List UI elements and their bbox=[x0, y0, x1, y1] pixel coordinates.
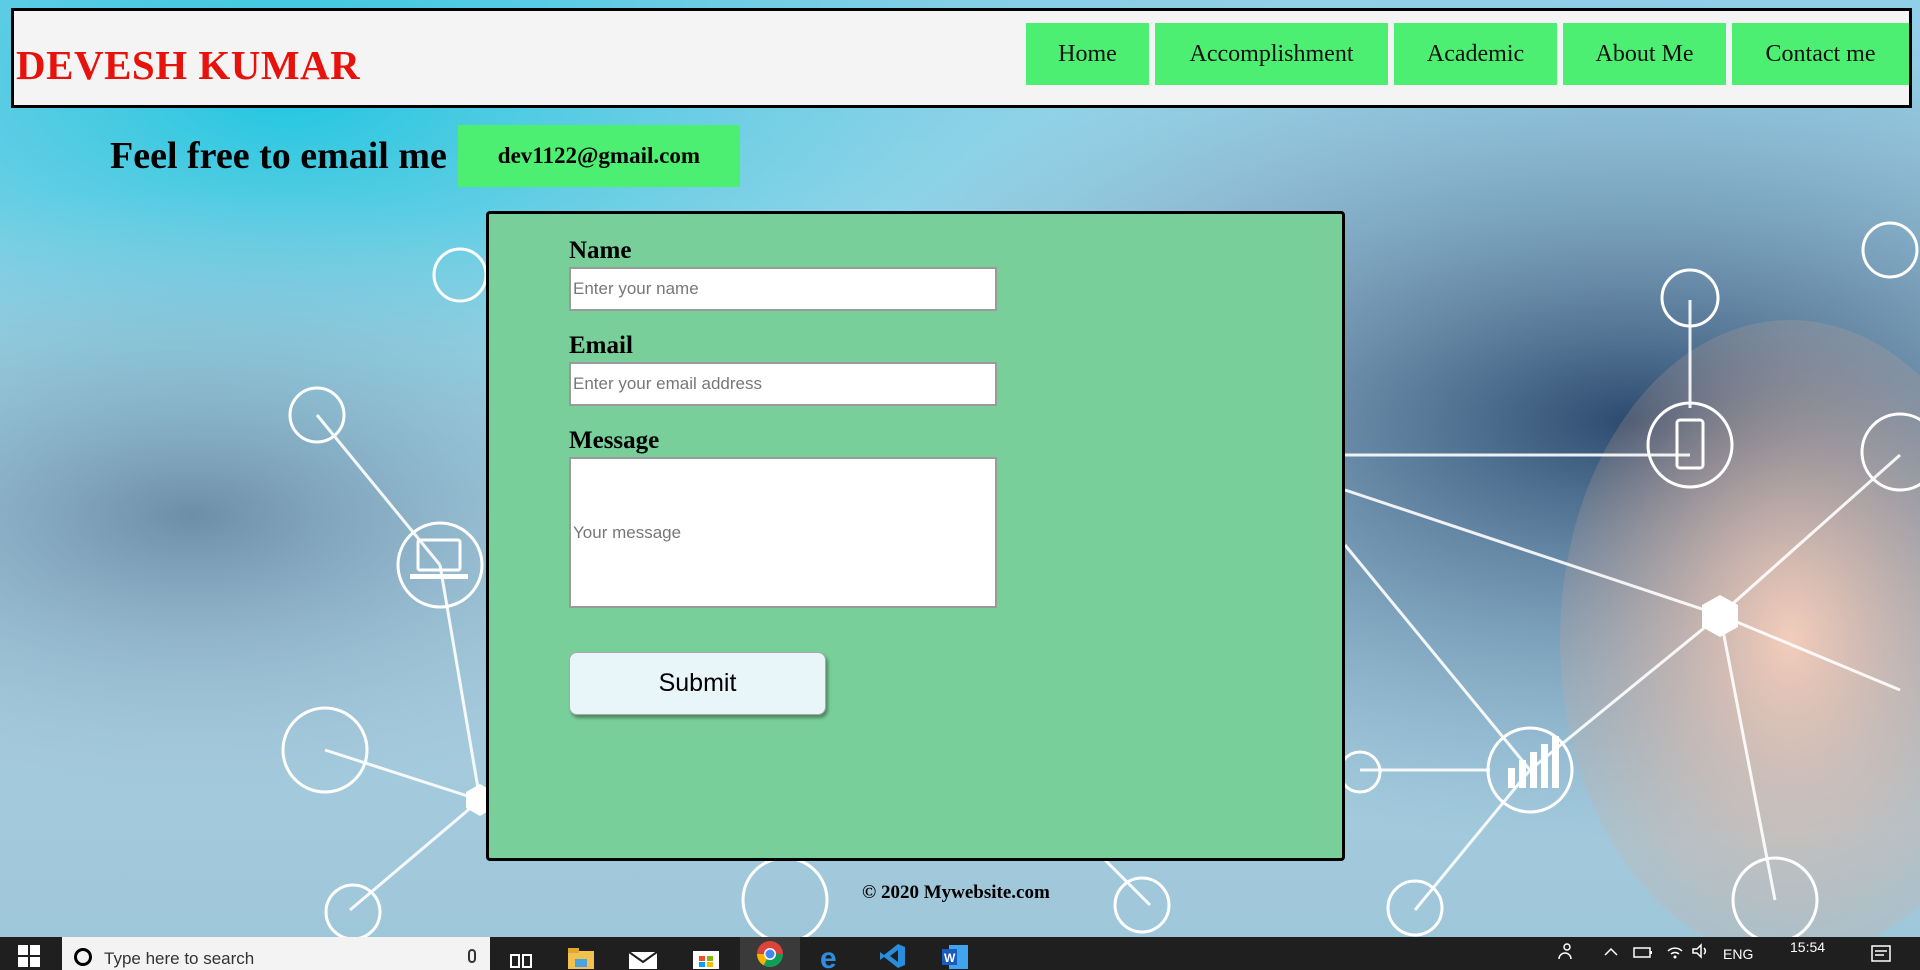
email-input[interactable]: Enter your email address bbox=[569, 362, 997, 406]
footer-copyright: © 2020 Mywebsite.com bbox=[862, 882, 1050, 903]
store-icon[interactable] bbox=[691, 941, 721, 970]
nav-about-me[interactable]: About Me bbox=[1563, 23, 1726, 85]
email-label: Email bbox=[569, 332, 633, 359]
file-explorer-icon[interactable] bbox=[566, 941, 596, 970]
submit-button[interactable]: Submit bbox=[569, 652, 826, 715]
windows-start-icon[interactable] bbox=[18, 945, 40, 967]
wifi-icon[interactable] bbox=[1665, 941, 1685, 964]
main-nav: Home Accomplishment Academic About Me Co… bbox=[1026, 23, 1909, 85]
contact-email-row: Feel free to email me dev1122@gmail.com bbox=[110, 125, 740, 187]
battery-icon[interactable] bbox=[1632, 941, 1654, 964]
vscode-icon[interactable] bbox=[877, 941, 907, 970]
site-brand[interactable]: DEVESH KUMAR bbox=[16, 41, 360, 89]
nav-academic[interactable]: Academic bbox=[1394, 23, 1557, 85]
task-view-icon[interactable] bbox=[506, 941, 536, 970]
name-label: Name bbox=[569, 237, 632, 264]
taskbar-search-placeholder: Type here to search bbox=[104, 948, 255, 968]
mail-icon[interactable] bbox=[628, 941, 658, 970]
message-textarea[interactable]: Your message bbox=[569, 457, 997, 608]
svg-text:W: W bbox=[944, 951, 956, 965]
microphone-icon[interactable] bbox=[468, 949, 476, 963]
language-indicator[interactable]: ENG bbox=[1723, 946, 1753, 962]
volume-icon[interactable] bbox=[1690, 941, 1710, 964]
search-icon bbox=[74, 947, 92, 966]
taskbar-search[interactable]: Type here to search bbox=[62, 937, 490, 970]
clock-time[interactable]: 15:54 bbox=[1790, 939, 1825, 955]
nav-home[interactable]: Home bbox=[1026, 23, 1149, 85]
svg-text:e: e bbox=[820, 942, 837, 970]
chevron-up-icon[interactable] bbox=[1603, 941, 1619, 964]
word-icon[interactable]: W bbox=[940, 941, 970, 970]
nav-accomplishment[interactable]: Accomplishment bbox=[1155, 23, 1388, 85]
site-header: DEVESH KUMAR Home Accomplishment Academi… bbox=[11, 8, 1912, 108]
contact-heading: Feel free to email me bbox=[110, 135, 447, 177]
notifications-icon[interactable] bbox=[1870, 943, 1892, 968]
chrome-icon[interactable] bbox=[740, 937, 800, 970]
nav-contact-me[interactable]: Contact me bbox=[1732, 23, 1909, 85]
email-link[interactable]: dev1122@gmail.com bbox=[457, 125, 740, 187]
name-input[interactable]: Enter your name bbox=[569, 267, 997, 311]
message-label: Message bbox=[569, 427, 660, 454]
windows-taskbar: Type here to search e W ENG 15:54 bbox=[0, 937, 1920, 970]
people-icon[interactable] bbox=[1555, 941, 1575, 964]
edge-icon[interactable]: e bbox=[816, 941, 846, 970]
contact-form: Name Enter your name Email Enter your em… bbox=[486, 211, 1345, 861]
